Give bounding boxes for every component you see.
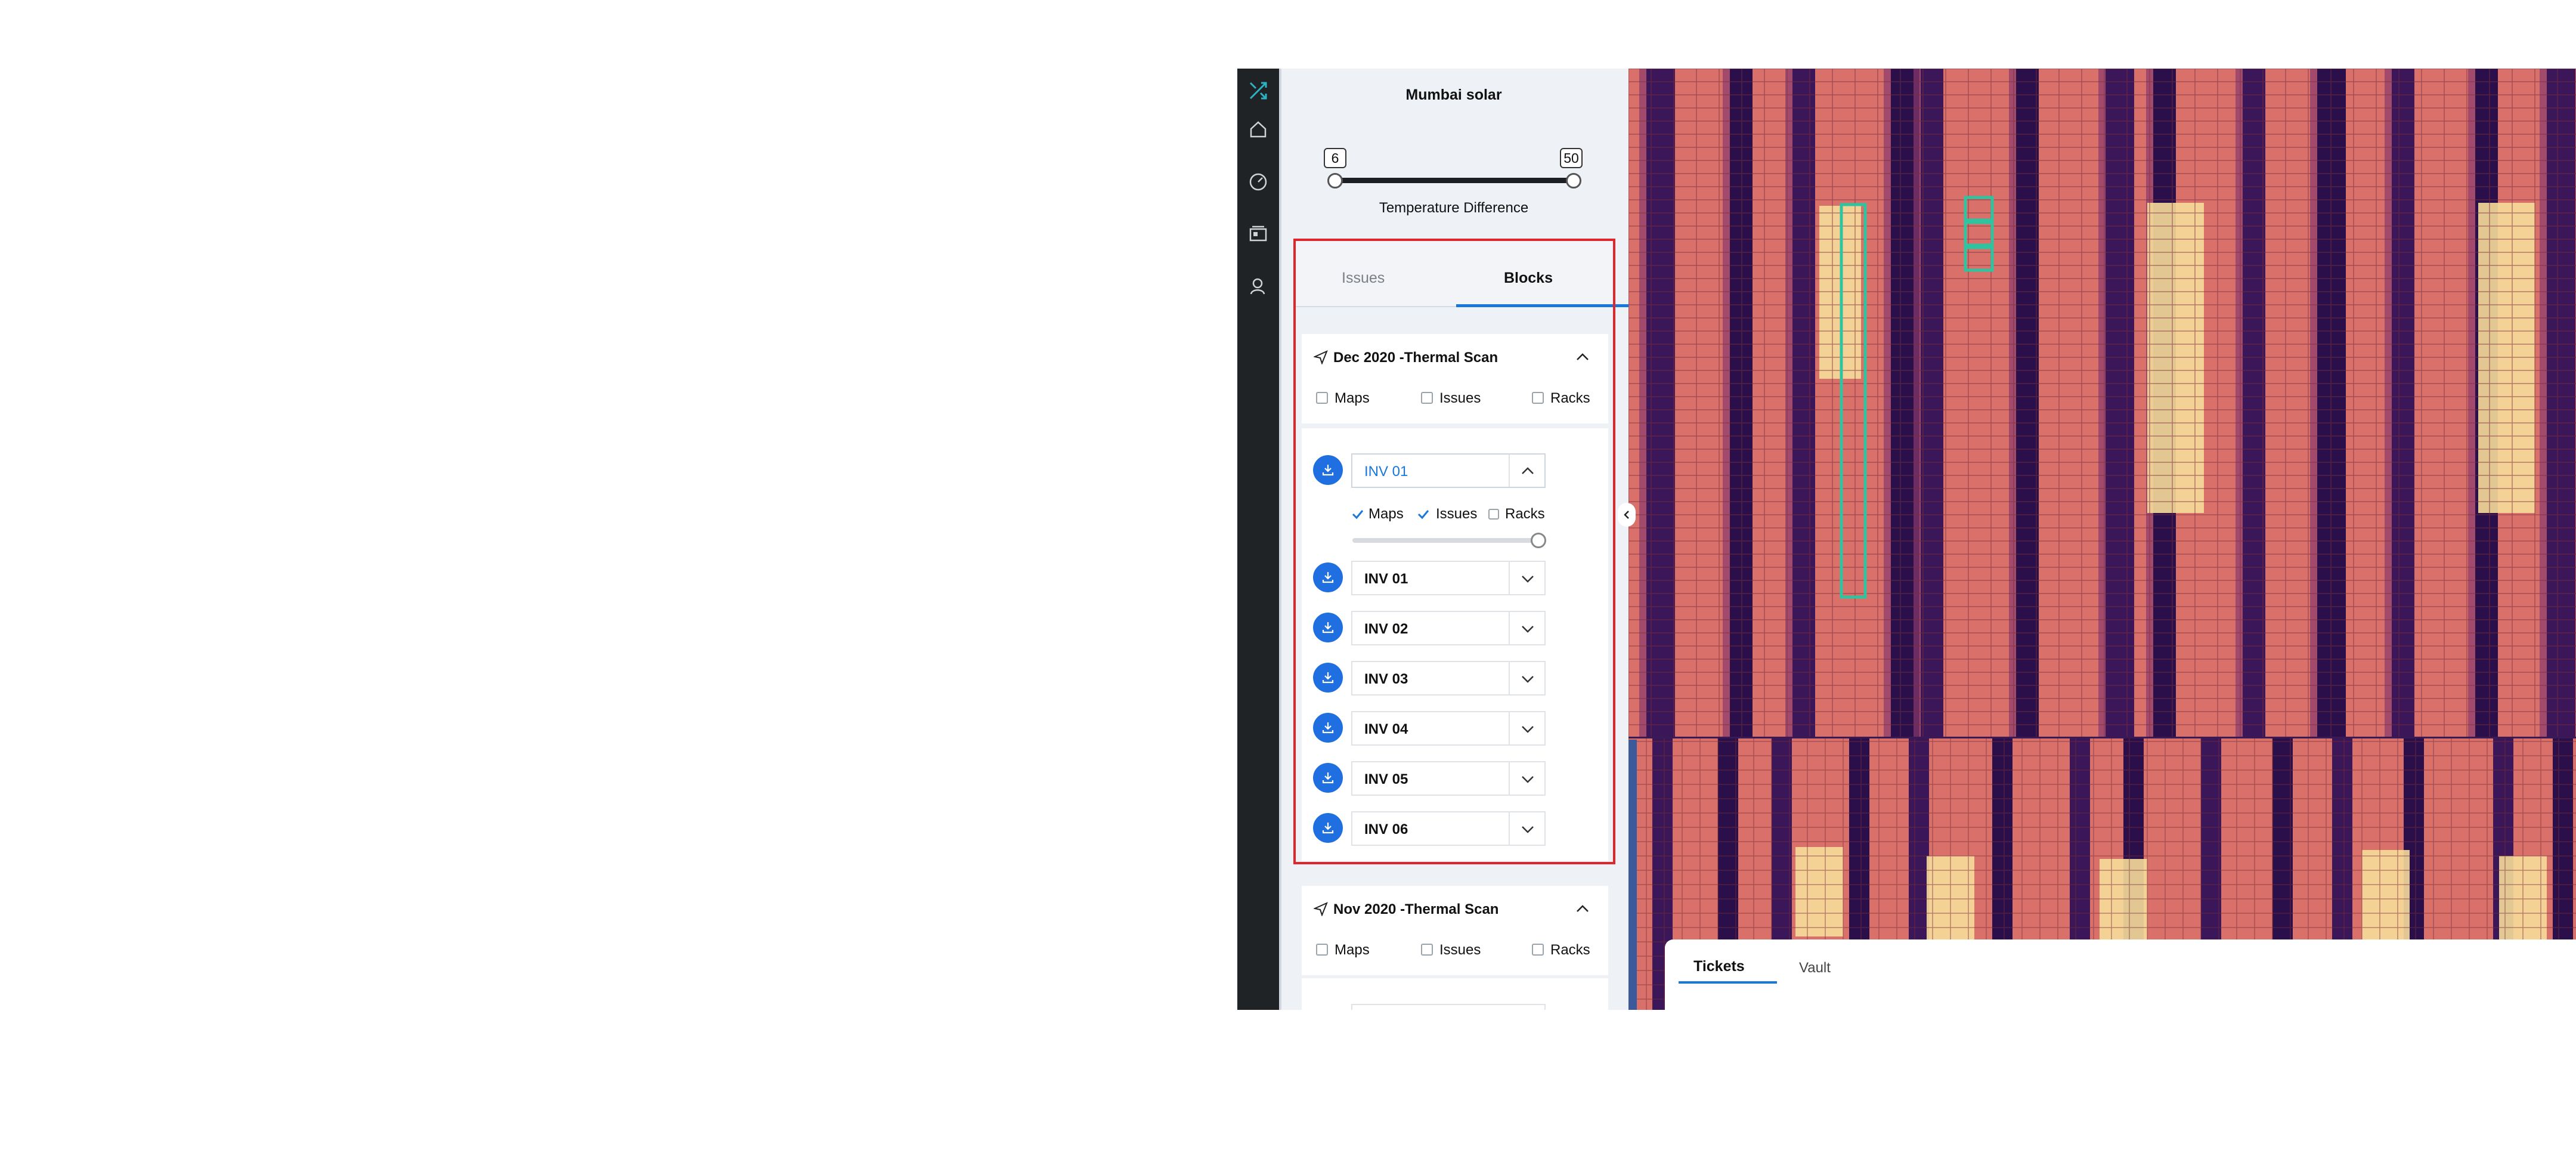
collapse-panel-button[interactable] <box>1618 503 1636 527</box>
racks-checkbox[interactable] <box>1532 944 1544 956</box>
scan-card-nov-2020 <box>1302 886 1608 975</box>
highlight-frame <box>1293 239 1615 864</box>
chevron-up-icon[interactable] <box>1574 901 1591 917</box>
thermal-imagery <box>1628 69 2576 1010</box>
dashboard-icon[interactable] <box>1248 172 1268 192</box>
gallery-icon[interactable] <box>1248 224 1268 244</box>
range-min-handle[interactable] <box>1327 173 1343 188</box>
logo-icon[interactable] <box>1248 81 1268 101</box>
maps-checkbox[interactable] <box>1316 944 1328 956</box>
active-tab-indicator <box>1679 981 1777 984</box>
range-max-handle[interactable] <box>1566 173 1581 188</box>
nav-rail <box>1237 69 1279 1010</box>
user-icon[interactable] <box>1248 276 1268 296</box>
tab-tickets[interactable]: Tickets <box>1693 958 1745 975</box>
site-title: Mumbai solar <box>1405 86 1502 103</box>
home-icon[interactable] <box>1248 119 1268 140</box>
thermal-map[interactable] <box>1628 69 2576 1010</box>
send-icon <box>1314 902 1328 916</box>
issues-label: Issues <box>1439 942 1481 958</box>
tab-vault[interactable]: Vault <box>1799 960 1831 976</box>
maps-label: Maps <box>1335 942 1370 958</box>
temperature-range-track[interactable] <box>1334 178 1575 183</box>
chevron-left-icon <box>1624 511 1629 519</box>
range-min-value: 6 <box>1324 148 1346 168</box>
range-max-value: 50 <box>1560 148 1583 168</box>
racks-label: Racks <box>1550 942 1590 958</box>
block-select[interactable] <box>1351 1004 1546 1010</box>
temperature-range-label: Temperature Difference <box>1379 200 1529 216</box>
scan-title: Nov 2020 -Thermal Scan <box>1333 901 1499 917</box>
issues-checkbox[interactable] <box>1421 944 1433 956</box>
